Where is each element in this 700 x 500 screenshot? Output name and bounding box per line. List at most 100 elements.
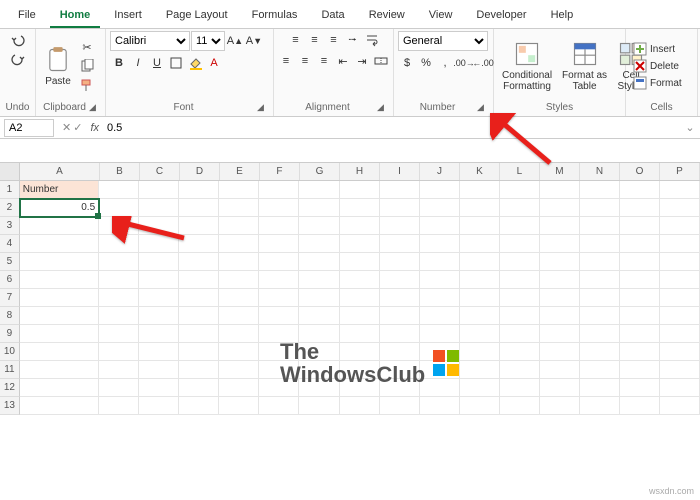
- cell-D3[interactable]: [179, 217, 219, 235]
- cell-P6[interactable]: [660, 271, 700, 289]
- row-header-11[interactable]: 11: [0, 361, 20, 379]
- cell-B4[interactable]: [99, 235, 139, 253]
- cell-K6[interactable]: [460, 271, 500, 289]
- underline-button[interactable]: U: [148, 54, 166, 72]
- cell-M6[interactable]: [540, 271, 580, 289]
- cell-O8[interactable]: [620, 307, 660, 325]
- cell-P8[interactable]: [660, 307, 700, 325]
- cell-L6[interactable]: [500, 271, 540, 289]
- border-button[interactable]: [167, 54, 185, 72]
- cell-E11[interactable]: [219, 361, 259, 379]
- cell-G5[interactable]: [299, 253, 339, 271]
- font-dialog-launcher[interactable]: ◢: [257, 102, 269, 114]
- cell-D1[interactable]: [179, 181, 219, 199]
- select-all-corner[interactable]: [0, 163, 20, 180]
- increase-decimal-button[interactable]: .00→: [455, 54, 473, 72]
- cell-O5[interactable]: [620, 253, 660, 271]
- row-header-1[interactable]: 1: [0, 181, 20, 199]
- cell-B8[interactable]: [99, 307, 139, 325]
- align-left-button[interactable]: ≡: [277, 52, 295, 70]
- cell-E7[interactable]: [219, 289, 259, 307]
- cell-H6[interactable]: [340, 271, 380, 289]
- cell-J2[interactable]: [420, 199, 460, 217]
- cell-B11[interactable]: [99, 361, 139, 379]
- number-dialog-launcher[interactable]: ◢: [477, 102, 489, 114]
- bold-button[interactable]: B: [110, 54, 128, 72]
- cell-A10[interactable]: [20, 343, 99, 361]
- cell-P9[interactable]: [660, 325, 700, 343]
- col-header-A[interactable]: A: [20, 163, 100, 180]
- tab-formulas[interactable]: Formulas: [242, 4, 308, 28]
- cell-M8[interactable]: [540, 307, 580, 325]
- col-header-O[interactable]: O: [620, 163, 660, 180]
- cell-N4[interactable]: [580, 235, 620, 253]
- cell-G13[interactable]: [299, 397, 339, 415]
- cell-K4[interactable]: [460, 235, 500, 253]
- cell-D11[interactable]: [179, 361, 219, 379]
- tab-page-layout[interactable]: Page Layout: [156, 4, 238, 28]
- comma-format-button[interactable]: ,: [436, 54, 454, 72]
- tab-home[interactable]: Home: [50, 4, 101, 28]
- align-middle-button[interactable]: ≡: [306, 31, 324, 49]
- cell-O2[interactable]: [620, 199, 660, 217]
- cell-K11[interactable]: [460, 361, 500, 379]
- cell-F13[interactable]: [259, 397, 299, 415]
- font-name-combo[interactable]: Calibri: [110, 31, 190, 51]
- cell-K8[interactable]: [460, 307, 500, 325]
- percent-format-button[interactable]: %: [417, 54, 435, 72]
- col-header-P[interactable]: P: [660, 163, 700, 180]
- name-box[interactable]: [4, 119, 54, 137]
- cell-I3[interactable]: [380, 217, 420, 235]
- cell-A9[interactable]: [20, 325, 99, 343]
- cell-N11[interactable]: [580, 361, 620, 379]
- cell-O11[interactable]: [620, 361, 660, 379]
- cell-P1[interactable]: [660, 181, 700, 199]
- row-header-7[interactable]: 7: [0, 289, 20, 307]
- cell-H2[interactable]: [340, 199, 380, 217]
- align-bottom-button[interactable]: ≡: [325, 31, 343, 49]
- row-header-4[interactable]: 4: [0, 235, 20, 253]
- cell-O6[interactable]: [620, 271, 660, 289]
- cell-I6[interactable]: [380, 271, 420, 289]
- cell-E1[interactable]: [219, 181, 259, 199]
- col-header-M[interactable]: M: [540, 163, 580, 180]
- row-header-3[interactable]: 3: [0, 217, 20, 235]
- cell-D8[interactable]: [179, 307, 219, 325]
- cancel-formula-button[interactable]: ✕: [62, 121, 71, 134]
- cell-K7[interactable]: [460, 289, 500, 307]
- tab-developer[interactable]: Developer: [466, 4, 536, 28]
- col-header-B[interactable]: B: [100, 163, 140, 180]
- cell-E5[interactable]: [219, 253, 259, 271]
- italic-button[interactable]: I: [129, 54, 147, 72]
- cell-P5[interactable]: [660, 253, 700, 271]
- format-cells-button[interactable]: Format: [630, 75, 685, 91]
- decrease-font-button[interactable]: A▼: [245, 32, 263, 50]
- cell-L10[interactable]: [500, 343, 540, 361]
- cell-J7[interactable]: [420, 289, 460, 307]
- cell-F5[interactable]: [259, 253, 299, 271]
- cell-E12[interactable]: [219, 379, 259, 397]
- cell-A1[interactable]: Number: [20, 181, 99, 199]
- cell-J13[interactable]: [420, 397, 460, 415]
- cell-G4[interactable]: [299, 235, 339, 253]
- cell-N9[interactable]: [580, 325, 620, 343]
- tab-data[interactable]: Data: [311, 4, 354, 28]
- paste-button[interactable]: Paste: [40, 44, 76, 89]
- cell-D10[interactable]: [179, 343, 219, 361]
- enter-formula-button[interactable]: ✓: [73, 121, 82, 134]
- cell-B5[interactable]: [99, 253, 139, 271]
- cell-K10[interactable]: [460, 343, 500, 361]
- cell-C7[interactable]: [139, 289, 179, 307]
- cell-H8[interactable]: [340, 307, 380, 325]
- cell-M1[interactable]: [540, 181, 580, 199]
- row-header-13[interactable]: 13: [0, 397, 20, 415]
- cell-L9[interactable]: [500, 325, 540, 343]
- cell-P12[interactable]: [660, 379, 700, 397]
- col-header-I[interactable]: I: [380, 163, 420, 180]
- cell-B7[interactable]: [99, 289, 139, 307]
- cell-O10[interactable]: [620, 343, 660, 361]
- cell-C6[interactable]: [139, 271, 179, 289]
- cell-N12[interactable]: [580, 379, 620, 397]
- cell-D4[interactable]: [179, 235, 219, 253]
- cell-E10[interactable]: [219, 343, 259, 361]
